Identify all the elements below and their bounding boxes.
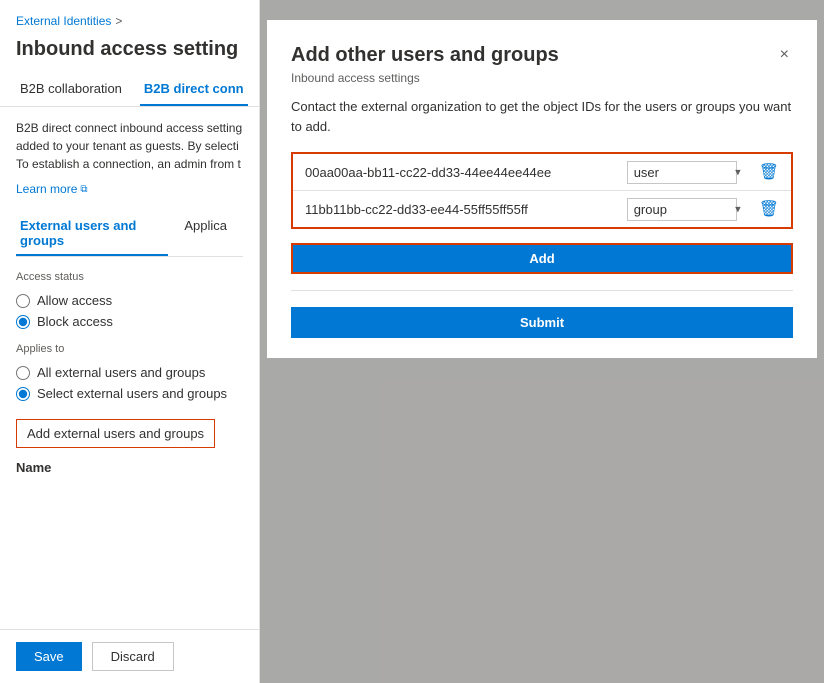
entry-row-2: user group 🗑 — [293, 191, 791, 227]
applies-to-label: Applies to — [16, 343, 243, 355]
left-panel: External Identities > Inbound access set… — [0, 0, 260, 683]
breadcrumb: External Identities > — [16, 14, 243, 28]
tab-b2b-collab[interactable]: B2B collaboration — [16, 73, 126, 106]
entry-type-wrapper-1: user group — [627, 161, 747, 184]
trash-icon-2: 🗑 — [759, 201, 779, 218]
entry-input-1[interactable] — [301, 163, 619, 182]
entry-type-select-2[interactable]: user group — [627, 198, 737, 221]
add-external-button[interactable]: Add external users and groups — [16, 419, 215, 448]
section-tabs: External users and groups Applica — [16, 212, 243, 257]
entry-type-wrapper-2: user group — [627, 198, 747, 221]
breadcrumb-separator: > — [115, 14, 122, 28]
modal-description: Contact the external organization to get… — [291, 97, 793, 136]
bottom-bar: Save Discard — [0, 629, 259, 683]
page-title: Inbound access setting — [0, 34, 259, 73]
learn-more-link[interactable]: Learn more ⧉ — [16, 182, 88, 196]
modal-divider — [291, 290, 793, 291]
section-tab-applications[interactable]: Applica — [180, 212, 231, 256]
modal-dialog: Add other users and groups × Inbound acc… — [267, 20, 817, 358]
name-column-label: Name — [16, 460, 243, 475]
main-tabs: B2B collaboration B2B direct conn — [0, 73, 259, 107]
modal-header: Add other users and groups × — [291, 44, 793, 67]
modal-close-button[interactable]: × — [776, 44, 793, 66]
modal-subtitle: Inbound access settings — [291, 71, 793, 85]
access-status-group: Allow access Block access — [16, 293, 243, 329]
block-access-label: Block access — [37, 314, 113, 329]
entry-row-1: user group 🗑 — [293, 154, 791, 191]
delete-entry-1-button[interactable]: 🗑 — [755, 160, 783, 184]
panel-content: B2B direct connect inbound access settin… — [0, 107, 259, 629]
tab-b2b-direct[interactable]: B2B direct conn — [140, 73, 248, 106]
select-external-radio[interactable] — [16, 387, 30, 401]
block-access-option[interactable]: Block access — [16, 314, 243, 329]
breadcrumb-area: External Identities > — [0, 0, 259, 34]
allow-access-radio[interactable] — [16, 294, 30, 308]
learn-more-text: Learn more — [16, 182, 77, 196]
all-external-label: All external users and groups — [37, 365, 205, 380]
trash-icon-1: 🗑 — [759, 164, 779, 181]
block-access-radio[interactable] — [16, 315, 30, 329]
allow-access-option[interactable]: Allow access — [16, 293, 243, 308]
discard-button[interactable]: Discard — [92, 642, 174, 671]
select-external-label: Select external users and groups — [37, 386, 227, 401]
applies-to-group: All external users and groups Select ext… — [16, 365, 243, 401]
breadcrumb-link[interactable]: External Identities — [16, 14, 111, 28]
submit-button[interactable]: Submit — [291, 307, 793, 338]
modal-overlay: Add other users and groups × Inbound acc… — [260, 0, 824, 683]
delete-entry-2-button[interactable]: 🗑 — [755, 197, 783, 221]
entry-input-2[interactable] — [301, 200, 619, 219]
access-status-label: Access status — [16, 271, 243, 283]
panel-description: B2B direct connect inbound access settin… — [16, 119, 243, 173]
allow-access-label: Allow access — [37, 293, 112, 308]
all-external-option[interactable]: All external users and groups — [16, 365, 243, 380]
entries-container: user group 🗑 user group 🗑 — [291, 152, 793, 229]
select-external-option[interactable]: Select external users and groups — [16, 386, 243, 401]
add-entry-button[interactable]: Add — [291, 243, 793, 274]
save-button[interactable]: Save — [16, 642, 82, 671]
external-link-icon: ⧉ — [80, 184, 87, 195]
entry-type-select-1[interactable]: user group — [627, 161, 737, 184]
all-external-radio[interactable] — [16, 366, 30, 380]
modal-title: Add other users and groups — [291, 44, 559, 67]
section-tab-external-users[interactable]: External users and groups — [16, 212, 168, 256]
